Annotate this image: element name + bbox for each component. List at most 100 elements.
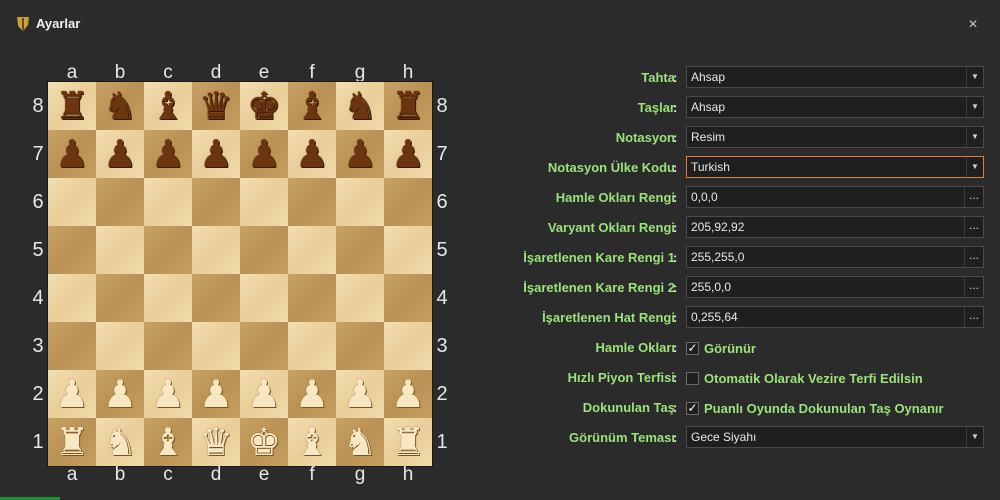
black-bishop-icon[interactable]: ♝ bbox=[151, 82, 185, 130]
square-d8[interactable]: ♛ bbox=[192, 82, 240, 130]
piyon-terfisi-checkbox-text[interactable]: Otomatik Olarak Vezire Terfi Edilsin bbox=[704, 371, 923, 386]
square-g6[interactable] bbox=[336, 178, 384, 226]
square-f2[interactable]: ♟ bbox=[288, 370, 336, 418]
square-d5[interactable] bbox=[192, 226, 240, 274]
black-queen-icon[interactable]: ♛ bbox=[199, 82, 233, 130]
square-h5[interactable] bbox=[384, 226, 432, 274]
square-d1[interactable]: ♛ bbox=[192, 418, 240, 466]
white-bishop-icon[interactable]: ♝ bbox=[151, 418, 185, 466]
square-d2[interactable]: ♟ bbox=[192, 370, 240, 418]
square-g3[interactable] bbox=[336, 322, 384, 370]
close-icon[interactable]: × bbox=[962, 14, 984, 36]
black-pawn-icon[interactable]: ♟ bbox=[199, 130, 233, 178]
chevron-down-icon[interactable]: ▼ bbox=[966, 97, 983, 117]
square-h3[interactable] bbox=[384, 322, 432, 370]
square-b8[interactable]: ♞ bbox=[96, 82, 144, 130]
tahta-dropdown[interactable]: Ahsap ▼ bbox=[686, 66, 984, 88]
square-e7[interactable]: ♟ bbox=[240, 130, 288, 178]
white-knight-icon[interactable]: ♞ bbox=[103, 418, 137, 466]
square-e5[interactable] bbox=[240, 226, 288, 274]
square-g5[interactable] bbox=[336, 226, 384, 274]
square-e8[interactable]: ♚ bbox=[240, 82, 288, 130]
chevron-down-icon[interactable]: ▼ bbox=[966, 67, 983, 87]
square-f3[interactable] bbox=[288, 322, 336, 370]
piyon-terfisi-checkbox-row[interactable]: Otomatik Olarak Vezire Terfi Edilsin bbox=[686, 369, 923, 387]
white-bishop-icon[interactable]: ♝ bbox=[295, 418, 329, 466]
square-e2[interactable]: ♟ bbox=[240, 370, 288, 418]
square-b7[interactable]: ♟ bbox=[96, 130, 144, 178]
ellipsis-icon[interactable]: ... bbox=[964, 277, 983, 297]
black-rook-icon[interactable]: ♜ bbox=[391, 82, 425, 130]
hat-rengi-field[interactable]: 0,255,64... bbox=[686, 306, 984, 328]
ellipsis-icon[interactable]: ... bbox=[964, 307, 983, 327]
square-h2[interactable]: ♟ bbox=[384, 370, 432, 418]
black-pawn-icon[interactable]: ♟ bbox=[343, 130, 377, 178]
chevron-down-icon[interactable]: ▼ bbox=[966, 427, 983, 447]
white-king-icon[interactable]: ♚ bbox=[247, 418, 281, 466]
square-c4[interactable] bbox=[144, 274, 192, 322]
white-pawn-icon[interactable]: ♟ bbox=[391, 370, 425, 418]
square-c6[interactable] bbox=[144, 178, 192, 226]
dokunulan-tas-checkbox-row[interactable]: ✓ Puanlı Oyunda Dokunulan Taş Oynanır bbox=[686, 399, 944, 417]
square-a7[interactable]: ♟ bbox=[48, 130, 96, 178]
square-b5[interactable] bbox=[96, 226, 144, 274]
gorunum-temasi-dropdown[interactable]: Gece Siyahı ▼ bbox=[686, 426, 984, 448]
square-h8[interactable]: ♜ bbox=[384, 82, 432, 130]
notasyon-dropdown[interactable]: Resim ▼ bbox=[686, 126, 984, 148]
hamle-oklari-checkbox[interactable]: ✓ bbox=[686, 341, 699, 355]
square-c2[interactable]: ♟ bbox=[144, 370, 192, 418]
square-d7[interactable]: ♟ bbox=[192, 130, 240, 178]
white-knight-icon[interactable]: ♞ bbox=[343, 418, 377, 466]
black-bishop-icon[interactable]: ♝ bbox=[295, 82, 329, 130]
square-a5[interactable] bbox=[48, 226, 96, 274]
square-g4[interactable] bbox=[336, 274, 384, 322]
hamle-oklari-checkbox-text[interactable]: Görünür bbox=[704, 341, 756, 356]
square-g1[interactable]: ♞ bbox=[336, 418, 384, 466]
ellipsis-icon[interactable]: ... bbox=[964, 187, 983, 207]
square-e4[interactable] bbox=[240, 274, 288, 322]
square-e1[interactable]: ♚ bbox=[240, 418, 288, 466]
white-rook-icon[interactable]: ♜ bbox=[391, 418, 425, 466]
white-pawn-icon[interactable]: ♟ bbox=[343, 370, 377, 418]
square-d4[interactable] bbox=[192, 274, 240, 322]
square-g8[interactable]: ♞ bbox=[336, 82, 384, 130]
black-pawn-icon[interactable]: ♟ bbox=[151, 130, 185, 178]
square-f7[interactable]: ♟ bbox=[288, 130, 336, 178]
square-e3[interactable] bbox=[240, 322, 288, 370]
black-pawn-icon[interactable]: ♟ bbox=[103, 130, 137, 178]
square-c3[interactable] bbox=[144, 322, 192, 370]
hamle-oklari-checkbox-row[interactable]: ✓ Görünür bbox=[686, 339, 756, 357]
square-f1[interactable]: ♝ bbox=[288, 418, 336, 466]
square-a2[interactable]: ♟ bbox=[48, 370, 96, 418]
black-king-icon[interactable]: ♚ bbox=[247, 82, 281, 130]
black-pawn-icon[interactable]: ♟ bbox=[55, 130, 89, 178]
square-d6[interactable] bbox=[192, 178, 240, 226]
square-c5[interactable] bbox=[144, 226, 192, 274]
square-g2[interactable]: ♟ bbox=[336, 370, 384, 418]
notasyon-ulke-kodu-dropdown[interactable]: Turkish ▼ bbox=[686, 156, 984, 178]
white-queen-icon[interactable]: ♛ bbox=[199, 418, 233, 466]
square-b1[interactable]: ♞ bbox=[96, 418, 144, 466]
chess-board[interactable]: ♜ ♞ ♝ ♛ ♚ ♝ ♞ ♜ ♟ ♟ ♟ ♟ ♟ ♟ ♟ ♟ ♟ ♟ ♟ ♟ ♟ ♟ ♟ ♟ ♜ ♞ ♝ ♛ ♚ ♝ ♞ ♜ bbox=[48, 82, 432, 466]
white-rook-icon[interactable]: ♜ bbox=[55, 418, 89, 466]
square-a3[interactable] bbox=[48, 322, 96, 370]
black-rook-icon[interactable]: ♜ bbox=[55, 82, 89, 130]
square-a6[interactable] bbox=[48, 178, 96, 226]
kare-rengi-2-field[interactable]: 255,0,0... bbox=[686, 276, 984, 298]
square-g7[interactable]: ♟ bbox=[336, 130, 384, 178]
square-h1[interactable]: ♜ bbox=[384, 418, 432, 466]
black-knight-icon[interactable]: ♞ bbox=[343, 82, 377, 130]
square-h7[interactable]: ♟ bbox=[384, 130, 432, 178]
square-f4[interactable] bbox=[288, 274, 336, 322]
square-f8[interactable]: ♝ bbox=[288, 82, 336, 130]
square-c7[interactable]: ♟ bbox=[144, 130, 192, 178]
square-c8[interactable]: ♝ bbox=[144, 82, 192, 130]
square-b4[interactable] bbox=[96, 274, 144, 322]
taslar-dropdown[interactable]: Ahsap ▼ bbox=[686, 96, 984, 118]
white-pawn-icon[interactable]: ♟ bbox=[55, 370, 89, 418]
white-pawn-icon[interactable]: ♟ bbox=[151, 370, 185, 418]
square-b3[interactable] bbox=[96, 322, 144, 370]
black-pawn-icon[interactable]: ♟ bbox=[247, 130, 281, 178]
square-h6[interactable] bbox=[384, 178, 432, 226]
square-b2[interactable]: ♟ bbox=[96, 370, 144, 418]
